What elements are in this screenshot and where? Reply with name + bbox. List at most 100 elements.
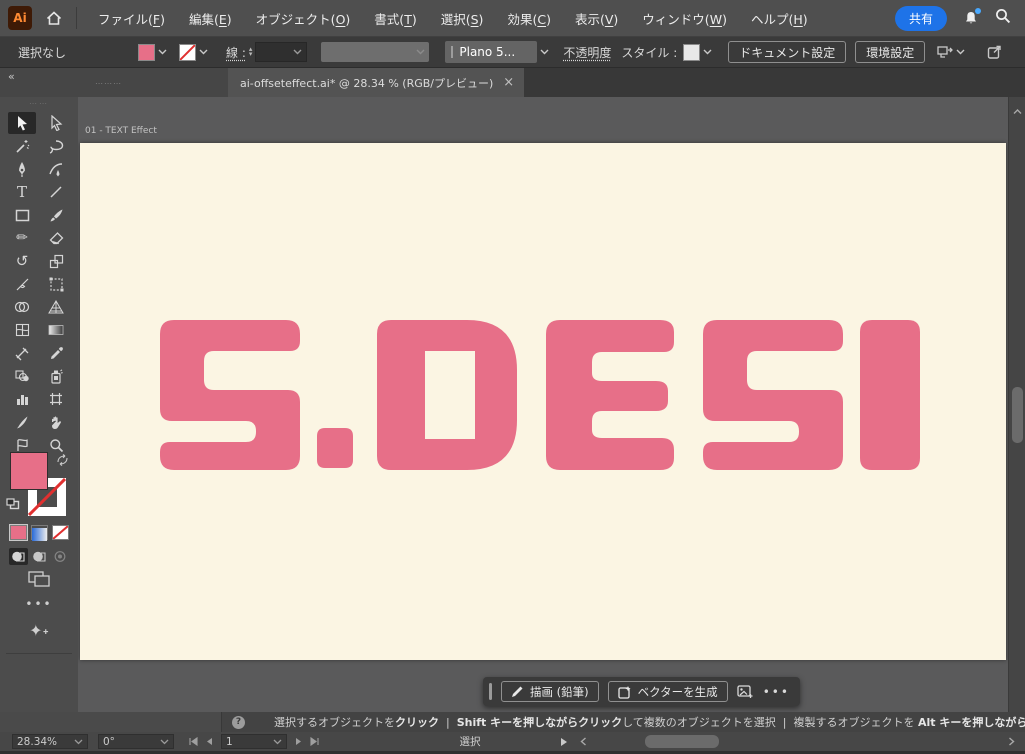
eyedropper-tool[interactable] [42, 342, 70, 364]
menu-help[interactable]: ヘルプ(H) [740, 3, 819, 34]
symbol-tool[interactable] [8, 365, 36, 387]
generative-sparkle-icon[interactable]: ✦˖ [0, 621, 78, 640]
draw-inside-button[interactable] [51, 548, 70, 565]
status-popup-icon[interactable] [560, 737, 568, 747]
perspective-grid-tool[interactable] [42, 296, 70, 318]
fill-color-swatch[interactable] [138, 43, 155, 61]
lasso-tool[interactable] [42, 135, 70, 157]
export-panel-icon[interactable] [987, 45, 1002, 60]
fill-dropdown-chevron-icon[interactable] [158, 49, 167, 55]
free-transform-tool[interactable] [42, 273, 70, 295]
vertical-scrollbar[interactable] [1008, 97, 1025, 712]
previous-artboard-icon[interactable] [205, 737, 213, 746]
hand-tool[interactable] [42, 411, 70, 433]
document-setup-button[interactable]: ドキュメント設定 [728, 41, 847, 63]
paintbrush-tool[interactable] [42, 204, 70, 226]
magic-wand-tool[interactable] [8, 135, 36, 157]
font-style-dropdown[interactable]: Plano 5... [445, 41, 538, 63]
direct-selection-tool[interactable] [42, 112, 70, 134]
default-fill-stroke-icon[interactable] [6, 495, 20, 510]
search-icon[interactable] [995, 8, 1011, 28]
gradient-fill-button[interactable] [30, 525, 48, 541]
artboard-navigation-dropdown[interactable]: 1 [221, 734, 287, 749]
selection-tool[interactable] [8, 112, 36, 134]
collapse-panel-button[interactable]: « [8, 70, 15, 83]
style-swatch[interactable] [683, 43, 701, 61]
artboard-tool[interactable] [42, 388, 70, 410]
screen-mode-button[interactable] [0, 571, 78, 591]
rectangle-tool[interactable] [8, 204, 36, 226]
stroke-weight-label[interactable]: 線 : [226, 44, 246, 61]
fill-swatch[interactable] [10, 452, 48, 490]
notifications-bell-icon[interactable] [963, 8, 981, 26]
app-logo-icon[interactable]: Ai [8, 6, 32, 30]
vertical-scroll-thumb[interactable] [1012, 387, 1023, 443]
next-artboard-icon[interactable] [295, 737, 303, 746]
menu-effect[interactable]: 効果(C) [496, 3, 562, 34]
type-tool[interactable]: T [8, 181, 36, 203]
rotation-dropdown[interactable]: 0° [98, 734, 174, 749]
zoom-level-dropdown[interactable]: 28.34% [12, 734, 88, 749]
font-dropdown-chevron-icon[interactable] [540, 49, 549, 55]
home-icon[interactable] [46, 10, 62, 26]
scale-tool[interactable] [42, 250, 70, 272]
style-dropdown-chevron-icon[interactable] [703, 49, 712, 55]
draw-pencil-button[interactable]: 描画 (鉛筆) [501, 681, 599, 702]
last-artboard-icon[interactable] [310, 737, 320, 746]
draw-behind-button[interactable] [30, 548, 49, 565]
stroke-weight-field[interactable] [255, 42, 308, 62]
preferences-button[interactable]: 環境設定 [855, 41, 926, 63]
scroll-right-icon[interactable] [1008, 737, 1015, 746]
eraser-tool[interactable] [42, 227, 70, 249]
menu-select[interactable]: 選択(S) [430, 3, 495, 34]
generate-vectors-button[interactable]: ベクターを生成 [607, 681, 728, 702]
artboard-text-sdesi[interactable] [80, 143, 1006, 660]
menu-object[interactable]: オブジェクト(O) [245, 3, 362, 34]
edit-toolbar-button[interactable]: ••• [0, 597, 78, 611]
taskbar-drag-handle[interactable] [489, 683, 492, 700]
stroke-weight-stepper[interactable]: ▴ ▾ [249, 46, 253, 58]
menu-file[interactable]: ファイル(F) [87, 3, 176, 34]
color-fill-button[interactable] [8, 524, 28, 541]
menu-view[interactable]: 表示(V) [564, 3, 629, 34]
width-tool[interactable] [8, 273, 36, 295]
menu-edit[interactable]: 編集(E) [178, 3, 243, 34]
first-artboard-icon[interactable] [188, 737, 198, 746]
swap-fill-stroke-icon[interactable] [56, 451, 69, 470]
taskbar-more-icon[interactable]: ••• [763, 685, 790, 699]
slice-tool[interactable] [8, 411, 36, 433]
symbol-sprayer-tool[interactable] [42, 365, 70, 387]
column-graph-tool[interactable] [8, 388, 36, 410]
line-segment-tool[interactable] [42, 181, 70, 203]
artboard[interactable] [80, 143, 1006, 660]
shape-builder-tool[interactable] [8, 296, 36, 318]
menu-window[interactable]: ウィンドウ(W) [631, 3, 738, 34]
share-button[interactable]: 共有 [894, 5, 947, 31]
toolbar-drag-handle[interactable]: ⋯⋯ [0, 97, 78, 108]
mesh-tool[interactable] [8, 319, 36, 341]
arrange-chevron-icon[interactable] [956, 49, 965, 55]
horizontal-scroll-thumb[interactable] [645, 735, 719, 748]
dock-drag-handle[interactable]: ⋯⋯⋯ [95, 79, 122, 88]
help-icon[interactable]: ? [232, 715, 245, 729]
blend-tool[interactable] [8, 342, 36, 364]
rotate-tool[interactable]: ↺ [8, 250, 36, 272]
document-tab[interactable]: ai-offseteffect.ai* @ 28.34 % (RGB/プレビュー… [228, 68, 525, 97]
none-fill-button[interactable] [51, 525, 69, 540]
gradient-tool[interactable] [42, 319, 70, 341]
canvas-area[interactable]: 01 - TEXT Effect 描画 (鉛筆) ベクターを生成 ••• [78, 97, 1008, 712]
opacity-link[interactable]: 不透明度 [563, 44, 611, 61]
pen-tool[interactable] [8, 158, 36, 180]
artboard-label[interactable]: 01 - TEXT Effect [85, 126, 157, 136]
scroll-left-icon[interactable] [580, 737, 587, 746]
scroll-up-icon[interactable] [1009, 100, 1025, 119]
arrange-panel-icon[interactable] [937, 45, 954, 59]
stroke-color-swatch[interactable] [179, 43, 196, 61]
menu-type[interactable]: 書式(T) [363, 3, 427, 34]
tab-close-icon[interactable]: × [503, 75, 514, 90]
stroke-dropdown-chevron-icon[interactable] [199, 49, 208, 55]
draw-normal-button[interactable] [8, 548, 28, 565]
image-trace-icon[interactable] [737, 684, 754, 699]
curvature-tool[interactable] [42, 158, 70, 180]
pencil-tool[interactable]: ✏ [8, 227, 36, 249]
